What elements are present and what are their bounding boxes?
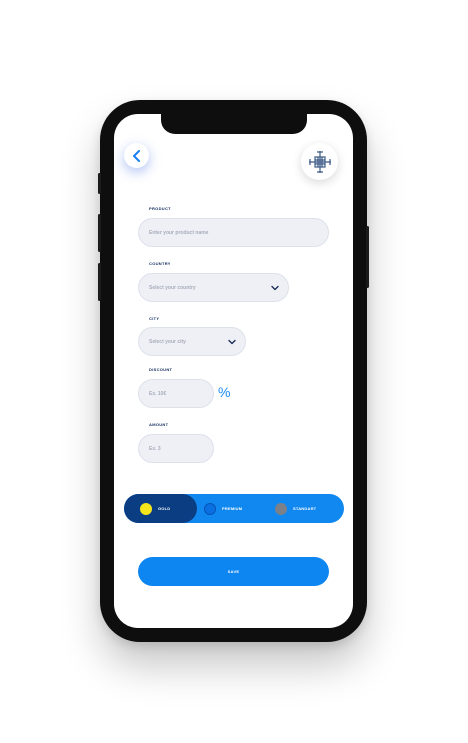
phone-notch: [161, 114, 307, 134]
percent-symbol: %: [218, 384, 231, 400]
discount-label: DISCOUNT: [149, 367, 173, 372]
plan-option-standart[interactable]: STANDART: [275, 494, 316, 523]
product-field[interactable]: [138, 218, 329, 247]
save-button-label: SAVE: [227, 569, 240, 574]
app-screen: PRODUCT COUNTRY Select your country CITY…: [114, 114, 353, 628]
discount-input[interactable]: [139, 380, 213, 407]
discount-field[interactable]: [138, 379, 214, 408]
amount-label: AMOUNT: [149, 422, 169, 427]
premium-dot: [204, 502, 216, 515]
plan-option-gold[interactable]: GOLD: [140, 494, 170, 523]
amount-field[interactable]: [138, 434, 214, 463]
logo-button[interactable]: [301, 143, 338, 180]
cross-emblem-icon: [308, 150, 331, 173]
city-label: CITY: [149, 316, 160, 321]
chevron-left-icon: [133, 149, 140, 162]
country-select-text: Select your country: [149, 284, 196, 291]
back-button[interactable]: [124, 143, 149, 168]
power-button: [366, 226, 369, 288]
save-button[interactable]: SAVE: [138, 557, 329, 586]
gold-dot: [140, 502, 152, 515]
volume-down-button: [98, 263, 101, 301]
plan-option-label: STANDART: [293, 506, 317, 511]
chevron-down-icon: [271, 285, 279, 290]
city-select[interactable]: Select your city: [138, 327, 246, 356]
volume-up-button: [98, 214, 101, 252]
product-input[interactable]: [139, 219, 328, 246]
amount-input[interactable]: [139, 435, 213, 462]
city-select-text: Select your city: [149, 338, 186, 345]
plan-option-label: PREMIUM: [222, 506, 243, 511]
plan-selector: GOLD PREMIUM STANDART: [124, 494, 344, 523]
plan-option-premium[interactable]: PREMIUM: [204, 494, 242, 523]
standart-dot: [275, 502, 287, 515]
country-label: COUNTRY: [149, 261, 171, 266]
country-select[interactable]: Select your country: [138, 273, 289, 302]
mute-switch: [98, 173, 101, 194]
plan-option-label: GOLD: [158, 506, 171, 511]
product-label: PRODUCT: [149, 206, 171, 211]
chevron-down-icon: [228, 339, 236, 344]
